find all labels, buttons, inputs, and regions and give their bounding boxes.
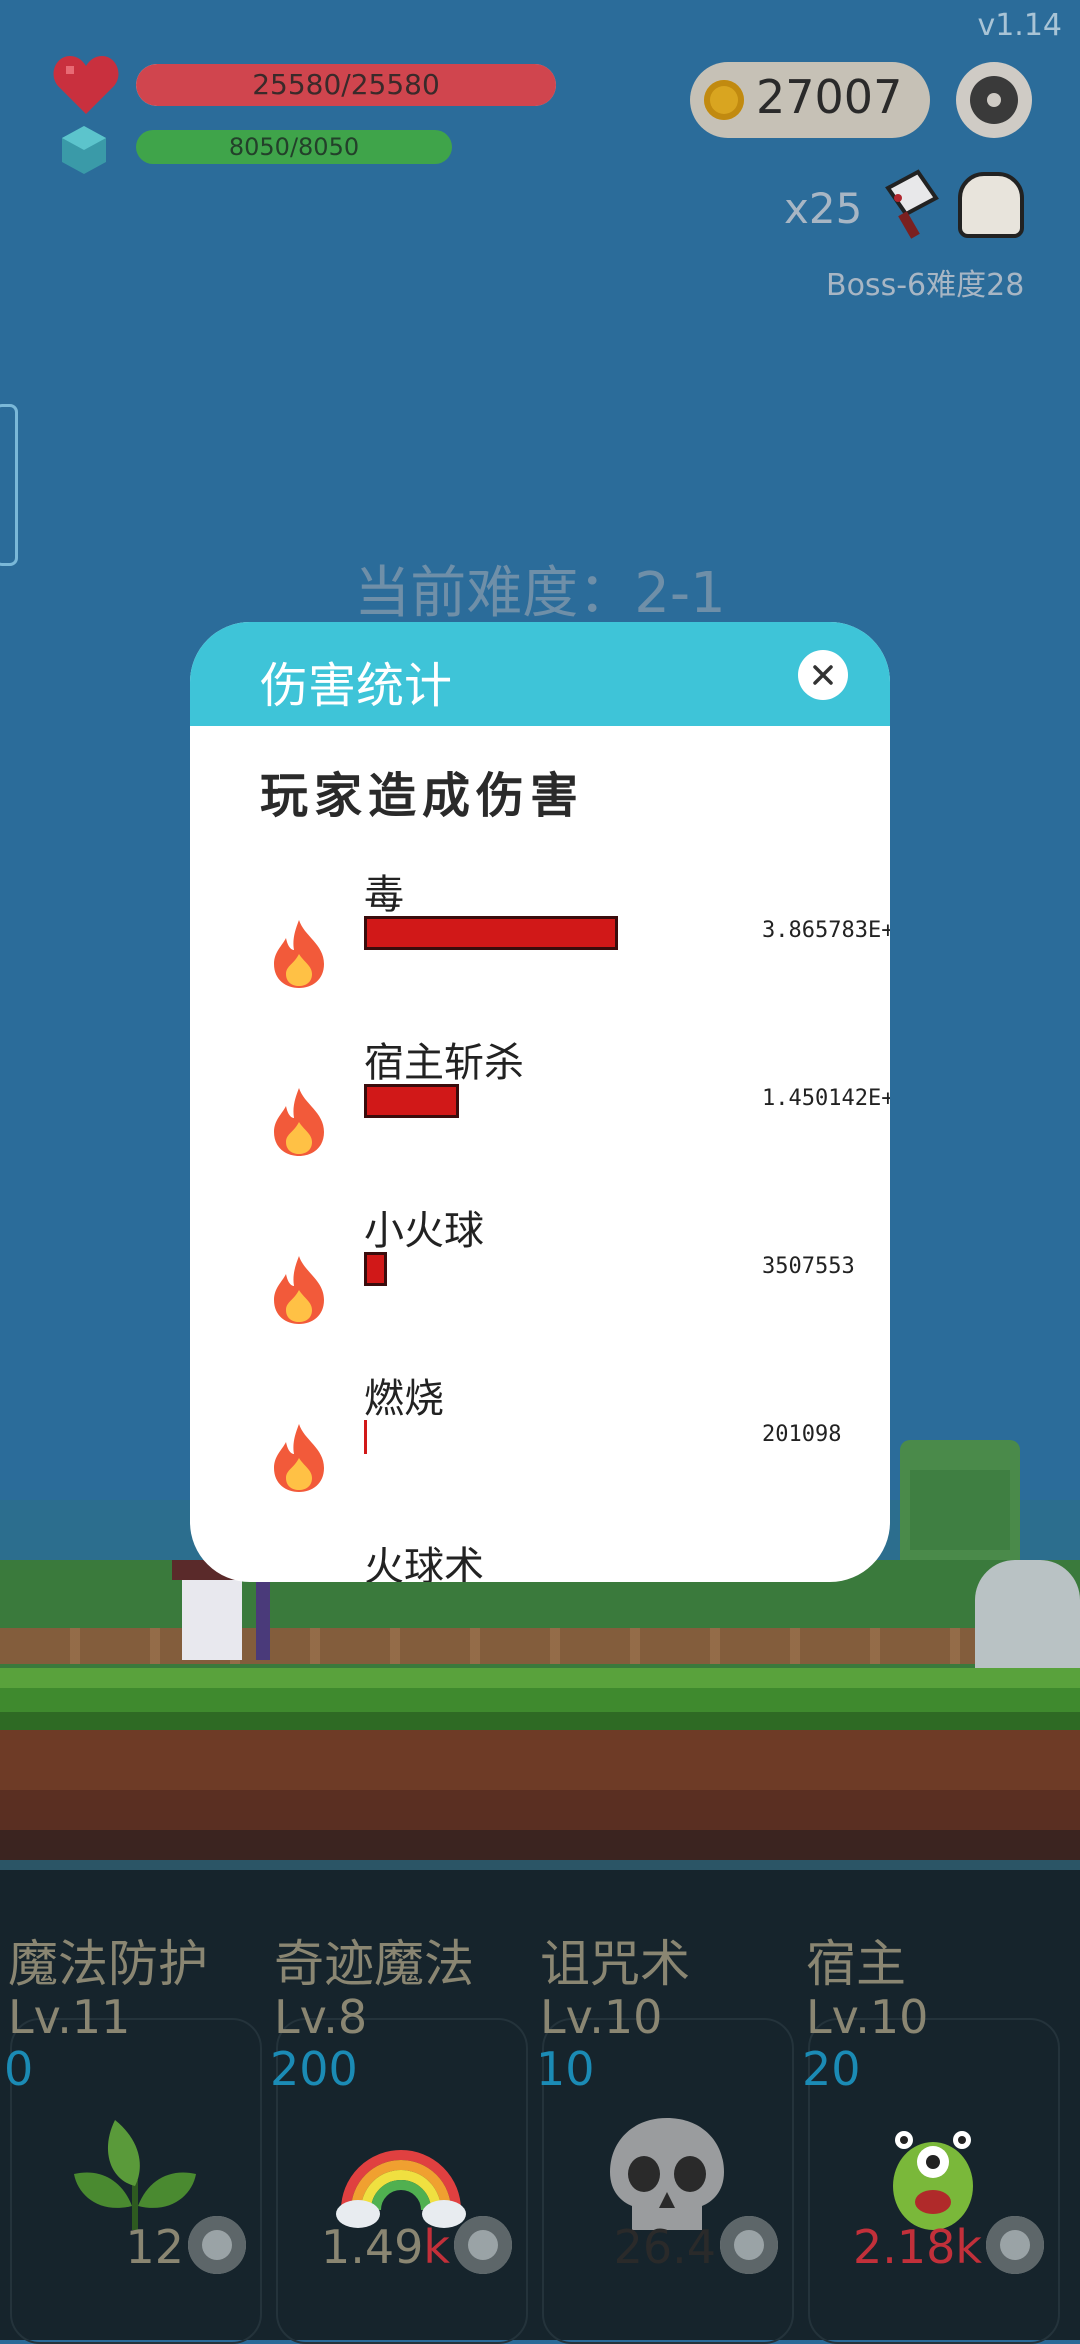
- damage-row: 宿主斩杀 1.450142E+: [190, 1030, 890, 1200]
- damage-source-name: 毒: [364, 872, 404, 918]
- damage-value: 3.865783E+: [762, 918, 890, 943]
- skill-title: 宿主: [806, 1935, 906, 1993]
- current-difficulty: 当前难度：2-1: [354, 561, 726, 626]
- speed-multiplier: x25: [784, 184, 863, 233]
- skill-cost: 20: [802, 2042, 861, 2096]
- skill-count-value: 2.18: [852, 2220, 956, 2274]
- boss-info: Boss-6难度28: [826, 268, 1025, 303]
- skill-cost: 200: [270, 2042, 358, 2096]
- damage-source-name: 宿主斩杀: [364, 1040, 524, 1086]
- skill-card-magic-protection[interactable]: 魔法防护 Lv.11 0 12: [0, 1910, 262, 2344]
- mp-bar: 8050/8050: [136, 130, 452, 164]
- section-title: 玩家造成伤害: [260, 768, 585, 824]
- fence: [0, 1628, 1080, 1664]
- damage-bar: [364, 916, 618, 950]
- flame-icon: [274, 920, 324, 988]
- ghost-icon[interactable]: [958, 172, 1024, 238]
- damage-row: 毒 3.865783E+: [190, 862, 890, 1032]
- tree-shade: [910, 1470, 1010, 1550]
- damage-value: 3507553: [762, 1254, 855, 1279]
- skill-count-unit: k: [423, 2220, 450, 2274]
- damage-row: 火球术: [190, 1534, 890, 1582]
- damage-value: 201098: [762, 1422, 842, 1447]
- skill-card-miracle-magic[interactable]: 奇迹魔法 Lv.8 200 1.49k: [266, 1910, 528, 2344]
- cooldown-icon: [454, 2216, 512, 2274]
- close-button[interactable]: [798, 650, 848, 700]
- skill-card-host[interactable]: 宿主 Lv.10 20 2.18k: [798, 1910, 1060, 2344]
- skill-title: 奇迹魔法: [274, 1935, 474, 1993]
- skill-count-value: 26.4: [613, 2220, 716, 2274]
- damage-bar: [364, 1084, 459, 1118]
- version-label: v1.14: [977, 8, 1062, 43]
- damage-stats-dialog: 伤害统计 玩家造成伤害 毒 3.865783E+ 宿主斩杀 1.450142E+…: [190, 622, 890, 1582]
- damage-bar: [364, 1420, 367, 1454]
- coin-icon: [704, 80, 744, 120]
- skill-card-curse[interactable]: 诅咒术 Lv.10 10 26.4: [532, 1910, 794, 2344]
- skill-title: 魔法防护: [8, 1935, 208, 1993]
- skill-title: 诅咒术: [540, 1935, 690, 1993]
- damage-row: 小火球 3507553: [190, 1198, 890, 1368]
- cooldown-icon: [986, 2216, 1044, 2274]
- skill-count-value: 1.49: [320, 2220, 424, 2274]
- dialog-title: 伤害统计: [260, 658, 453, 714]
- skill-count: 1.49k: [321, 2220, 450, 2274]
- heart-icon: [53, 56, 119, 114]
- flame-icon: [274, 1088, 324, 1156]
- damage-source-name: 燃烧: [364, 1376, 444, 1422]
- skill-count: 2.18k: [853, 2220, 982, 2274]
- mp-text: 8050/8050: [228, 133, 360, 161]
- hp-text: 25580/25580: [252, 68, 440, 101]
- damage-value: 1.450142E+: [762, 1086, 890, 1111]
- skill-count: 26.4: [614, 2220, 716, 2274]
- damage-source-name: 火球术: [364, 1544, 484, 1582]
- skill-panel-divider: [0, 1860, 1080, 1870]
- skill-level: Lv.8: [274, 1990, 368, 2044]
- cleaver-icon[interactable]: [878, 168, 948, 240]
- skill-level: Lv.11: [8, 1990, 131, 2044]
- skill-cost: 0: [4, 2042, 34, 2096]
- flame-icon: [274, 1424, 324, 1492]
- hp-bar: 25580/25580: [136, 64, 556, 106]
- skill-cost: 10: [536, 2042, 595, 2096]
- damage-bar: [364, 1252, 387, 1286]
- side-drawer-tab[interactable]: [0, 404, 18, 566]
- dirt-ground: [0, 1730, 1080, 1860]
- cooldown-icon: [720, 2216, 778, 2274]
- skill-level: Lv.10: [806, 1990, 929, 2044]
- close-icon: [813, 665, 833, 685]
- damage-source-name: 小火球: [364, 1208, 484, 1254]
- skill-count-unit: k: [955, 2220, 982, 2274]
- grass-ground: [0, 1668, 1080, 1730]
- cooldown-icon: [188, 2216, 246, 2274]
- gear-icon-hole: [987, 93, 1001, 107]
- coin-value: 27007: [756, 70, 903, 124]
- skill-level: Lv.10: [540, 1990, 663, 2044]
- mana-gem-icon: [62, 126, 106, 174]
- flame-icon: [274, 1256, 324, 1324]
- skill-count: 12: [125, 2220, 184, 2274]
- skill-count-value: 12: [125, 2220, 184, 2274]
- rock: [975, 1560, 1080, 1670]
- damage-row: 燃烧 201098: [190, 1366, 890, 1536]
